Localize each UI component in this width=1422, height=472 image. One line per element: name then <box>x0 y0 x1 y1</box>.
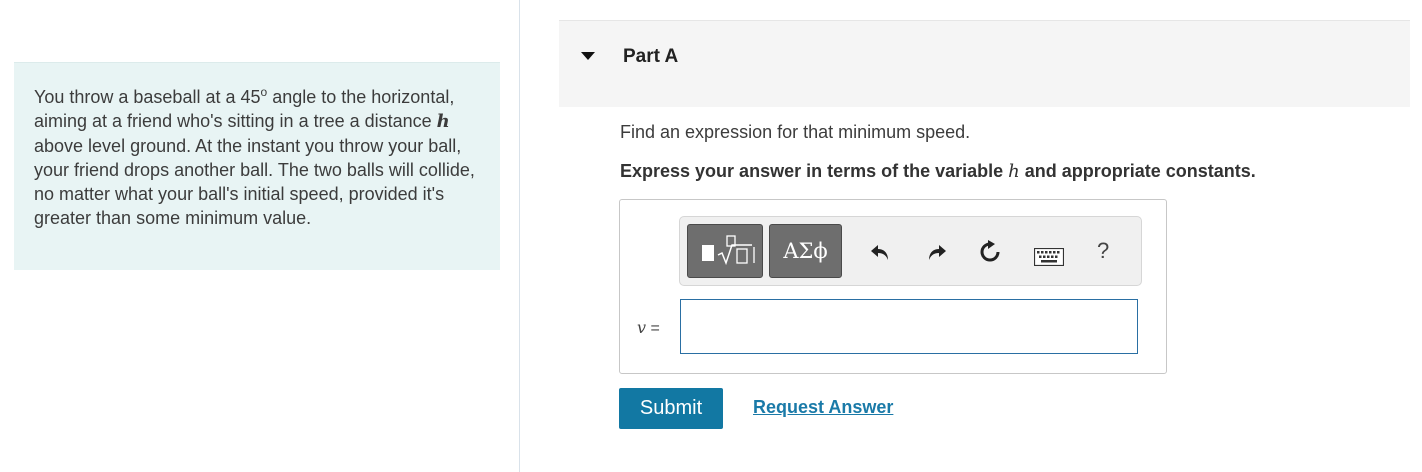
equals-sign: = <box>650 320 660 337</box>
undo-icon[interactable] <box>869 242 891 262</box>
math-toolbar: ΑΣϕ ? <box>679 216 1142 286</box>
hint-text-end: and appropriate constants. <box>1019 161 1256 181</box>
problem-text-end: above level ground. At the instant you t… <box>34 136 475 228</box>
problem-statement-box: You throw a baseball at a 45o angle to t… <box>14 62 500 270</box>
caret-down-icon[interactable] <box>581 52 595 60</box>
problem-panel: You throw a baseball at a 45o angle to t… <box>0 0 519 472</box>
submit-button[interactable]: Submit <box>619 388 723 429</box>
hint-variable: h <box>1008 161 1020 182</box>
answer-variable-label: v = <box>637 318 660 338</box>
reset-icon[interactable] <box>978 240 1002 264</box>
answer-variable: v <box>637 318 647 337</box>
keyboard-icon[interactable] <box>1034 248 1064 266</box>
answer-format-hint: Express your answer in terms of the vari… <box>620 161 1256 182</box>
greek-symbols-button[interactable]: ΑΣϕ <box>769 224 842 278</box>
request-answer-link[interactable]: Request Answer <box>753 397 893 418</box>
part-instruction: Find an expression for that minimum spee… <box>620 122 971 142</box>
part-title: Part A <box>623 46 679 67</box>
hint-text-start: Express your answer in terms of the vari… <box>620 161 1009 181</box>
problem-text-start: You throw a baseball at a 45 <box>34 87 261 107</box>
answer-input[interactable] <box>680 299 1138 354</box>
templates-icon <box>702 235 755 266</box>
answer-box: ΑΣϕ ? v = <box>619 199 1167 374</box>
part-a-header[interactable]: Part A <box>559 20 1410 107</box>
problem-statement: You throw a baseball at a 45o angle to t… <box>34 85 480 230</box>
help-button[interactable]: ? <box>1097 238 1109 264</box>
panel-divider <box>519 0 520 472</box>
templates-button[interactable] <box>687 224 763 278</box>
redo-icon[interactable] <box>926 242 948 262</box>
variable-h: h <box>436 111 450 132</box>
